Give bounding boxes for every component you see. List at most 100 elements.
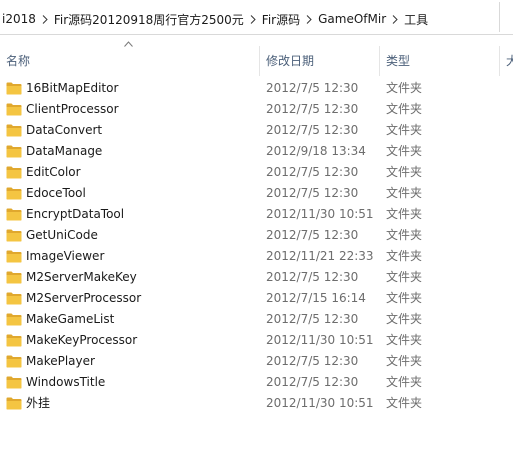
chevron-right-icon[interactable]: [388, 14, 402, 24]
file-modified-date: 2012/11/30 10:51: [266, 333, 374, 347]
sort-ascending-icon: [124, 41, 133, 47]
file-type: 文件夹: [386, 396, 423, 410]
file-type: 文件夹: [386, 81, 423, 95]
file-name: EdoceTool: [26, 186, 86, 200]
file-type: 文件夹: [386, 102, 423, 116]
file-modified-date: 2012/11/30 10:51: [266, 207, 374, 221]
folder-icon: [6, 313, 22, 326]
breadcrumb-item-current[interactable]: 工具: [402, 11, 430, 28]
file-name: ClientProcessor: [26, 102, 119, 116]
file-list: 16BitMapEditor 2012/7/5 12:30 文件夹 ClientPro…: [0, 78, 513, 414]
file-modified-date: 2012/7/5 12:30: [266, 375, 359, 389]
file-modified-date: 2012/7/5 12:30: [266, 102, 359, 116]
divider: [499, 2, 500, 32]
file-name: 16BitMapEditor: [26, 81, 119, 95]
file-modified-date: 2012/7/5 12:30: [266, 312, 359, 326]
list-item[interactable]: GetUniCode 2012/7/5 12:30 文件夹: [0, 225, 513, 246]
file-type: 文件夹: [386, 144, 423, 158]
file-modified-date: 2012/7/15 16:14: [266, 291, 366, 305]
folder-icon: [6, 229, 22, 242]
list-item[interactable]: MakeGameList 2012/7/5 12:30 文件夹: [0, 309, 513, 330]
folder-icon: [6, 103, 22, 116]
file-type: 文件夹: [386, 165, 423, 179]
list-item[interactable]: DataConvert 2012/7/5 12:30 文件夹: [0, 120, 513, 141]
folder-icon: [6, 397, 22, 410]
folder-icon: [6, 145, 22, 158]
folder-icon: [6, 355, 22, 368]
list-item[interactable]: EdoceTool 2012/7/5 12:30 文件夹: [0, 183, 513, 204]
file-name: MakeGameList: [26, 312, 115, 326]
column-divider[interactable]: [499, 46, 500, 76]
file-modified-date: 2012/7/5 12:30: [266, 354, 359, 368]
column-divider[interactable]: [259, 46, 260, 76]
file-type: 文件夹: [386, 123, 423, 137]
file-name: DataConvert: [26, 123, 103, 137]
file-name: M2ServerProcessor: [26, 291, 142, 305]
file-modified-date: 2012/11/21 22:33: [266, 249, 374, 263]
folder-icon: [6, 376, 22, 389]
column-header-type[interactable]: 类型: [386, 51, 410, 71]
chevron-right-icon[interactable]: [38, 14, 52, 24]
file-name: GetUniCode: [26, 228, 98, 242]
file-type: 文件夹: [386, 291, 423, 305]
folder-icon: [6, 292, 22, 305]
list-item[interactable]: ImageViewer 2012/11/21 22:33 文件夹: [0, 246, 513, 267]
breadcrumb-item[interactable]: Fir源码20120918周行官方2500元: [52, 11, 246, 28]
list-item[interactable]: WindowsTitle 2012/7/5 12:30 文件夹: [0, 372, 513, 393]
file-modified-date: 2012/7/5 12:30: [266, 81, 359, 95]
file-modified-date: 2012/9/18 13:34: [266, 144, 366, 158]
file-explorer-window: i2018 Fir源码20120918周行官方2500元 Fir源码 GameO…: [0, 0, 513, 453]
column-header-name[interactable]: 名称: [6, 51, 30, 71]
list-item[interactable]: ClientProcessor 2012/7/5 12:30 文件夹: [0, 99, 513, 120]
column-header-size[interactable]: 大: [506, 51, 513, 71]
file-modified-date: 2012/7/5 12:30: [266, 123, 359, 137]
folder-icon: [6, 166, 22, 179]
file-modified-date: 2012/7/5 12:30: [266, 165, 359, 179]
list-item[interactable]: M2ServerProcessor 2012/7/15 16:14 文件夹: [0, 288, 513, 309]
column-header: 名称 修改日期 类型 大: [0, 35, 513, 82]
file-type: 文件夹: [386, 228, 423, 242]
file-type: 文件夹: [386, 375, 423, 389]
folder-icon: [6, 271, 22, 284]
breadcrumb: i2018 Fir源码20120918周行官方2500元 Fir源码 GameO…: [0, 9, 430, 29]
file-type: 文件夹: [386, 270, 423, 284]
file-name: EditColor: [26, 165, 81, 179]
column-divider[interactable]: [379, 46, 380, 76]
list-item[interactable]: DataManage 2012/9/18 13:34 文件夹: [0, 141, 513, 162]
file-type: 文件夹: [386, 333, 423, 347]
folder-icon: [6, 82, 22, 95]
breadcrumb-item[interactable]: i2018: [0, 12, 38, 26]
file-name: WindowsTitle: [26, 375, 106, 389]
file-type: 文件夹: [386, 249, 423, 263]
address-bar[interactable]: i2018 Fir源码20120918周行官方2500元 Fir源码 GameO…: [0, 0, 513, 35]
file-modified-date: 2012/7/5 12:30: [266, 186, 359, 200]
file-name: MakePlayer: [26, 354, 95, 368]
file-name: DataManage: [26, 144, 103, 158]
file-modified-date: 2012/7/5 12:30: [266, 228, 359, 242]
chevron-right-icon[interactable]: [246, 14, 260, 24]
folder-icon: [6, 187, 22, 200]
breadcrumb-item[interactable]: GameOfMir: [316, 12, 388, 26]
folder-icon: [6, 124, 22, 137]
breadcrumb-item[interactable]: Fir源码: [260, 11, 302, 28]
chevron-right-icon[interactable]: [302, 14, 316, 24]
file-name: M2ServerMakeKey: [26, 270, 137, 284]
list-item[interactable]: 16BitMapEditor 2012/7/5 12:30 文件夹: [0, 78, 513, 99]
file-name: 外挂: [26, 396, 51, 410]
list-item[interactable]: M2ServerMakeKey 2012/7/5 12:30 文件夹: [0, 267, 513, 288]
list-item[interactable]: 外挂 2012/11/30 10:51 文件夹: [0, 393, 513, 414]
folder-icon: [6, 334, 22, 347]
file-modified-date: 2012/7/5 12:30: [266, 270, 359, 284]
file-type: 文件夹: [386, 312, 423, 326]
list-item[interactable]: EditColor 2012/7/5 12:30 文件夹: [0, 162, 513, 183]
file-type: 文件夹: [386, 207, 423, 221]
file-name: ImageViewer: [26, 249, 105, 263]
file-name: EncryptDataTool: [26, 207, 125, 221]
list-item[interactable]: MakeKeyProcessor 2012/11/30 10:51 文件夹: [0, 330, 513, 351]
list-item[interactable]: MakePlayer 2012/7/5 12:30 文件夹: [0, 351, 513, 372]
folder-icon: [6, 250, 22, 263]
file-modified-date: 2012/11/30 10:51: [266, 396, 374, 410]
folder-icon: [6, 208, 22, 221]
column-header-date[interactable]: 修改日期: [266, 51, 314, 71]
list-item[interactable]: EncryptDataTool 2012/11/30 10:51 文件夹: [0, 204, 513, 225]
